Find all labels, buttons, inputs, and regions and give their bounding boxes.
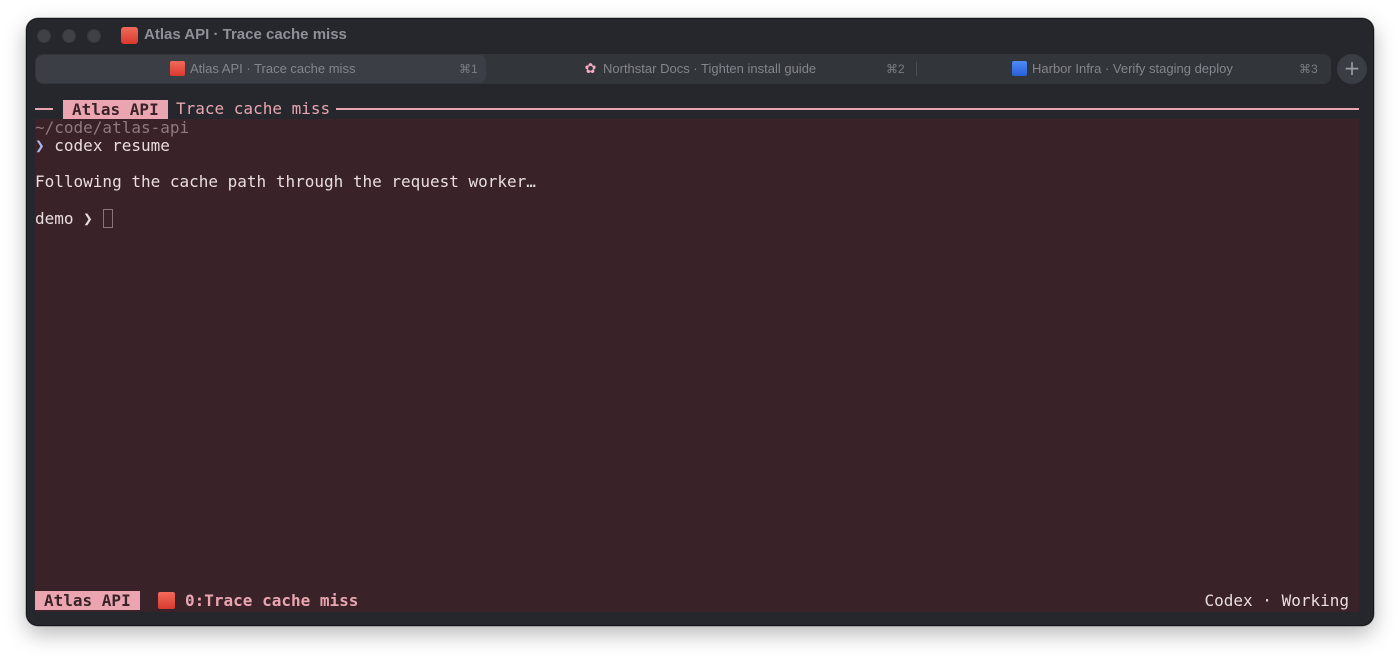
text-cursor [103, 209, 114, 228]
pane-title: Trace cache miss [176, 99, 331, 118]
tab-label: Harbor Infra · Verify staging deploy [1032, 61, 1233, 76]
title-bar: Atlas API · Trace cache miss [27, 19, 1373, 53]
prompt-chevron-icon: ❯ [35, 136, 45, 155]
new-tab-button[interactable]: + [1337, 54, 1367, 84]
window-title: Atlas API · Trace cache miss [144, 26, 347, 43]
status-agent-state: Codex · Working [1204, 591, 1350, 610]
status-session-label[interactable]: Atlas API [35, 591, 140, 610]
output-line: Following the cache path through the req… [35, 172, 536, 191]
blue-square-icon [1012, 61, 1027, 76]
red-square-icon [170, 61, 185, 76]
close-window-button[interactable] [37, 29, 51, 43]
pane-border-line [336, 108, 1359, 110]
input-prompt-line[interactable]: demo ❯ [35, 209, 114, 229]
pane-border-line [35, 108, 53, 110]
terminal-window: Atlas API · Trace cache miss Atlas API ·… [26, 18, 1374, 626]
prompt-name: demo [35, 209, 74, 228]
command-line: ❯ codex resume [35, 136, 170, 156]
tab-harbor-infra[interactable]: Harbor Infra · Verify staging deploy ⌘3 [917, 55, 1329, 83]
tab-bar: Atlas API · Trace cache miss ⌘1 ✿ Norths… [35, 54, 1331, 84]
tab-shortcut: ⌘1 [459, 62, 478, 76]
tab-label: Northstar Docs · Tighten install guide [603, 61, 817, 76]
red-square-icon [121, 27, 138, 44]
status-window-label[interactable]: 0:Trace cache miss [185, 591, 358, 611]
terminal-pane[interactable]: Atlas API Trace cache miss ~/code/atlas-… [35, 97, 1359, 612]
tab-atlas-api[interactable]: Atlas API · Trace cache miss ⌘1 [36, 55, 486, 83]
prompt-chevron-icon: ❯ [83, 209, 93, 228]
tab-shortcut: ⌘2 [886, 62, 905, 76]
tab-northstar-docs[interactable]: ✿ Northstar Docs · Tighten install guide… [486, 55, 916, 83]
tab-shortcut: ⌘3 [1299, 62, 1318, 76]
minimize-window-button[interactable] [62, 29, 76, 43]
red-square-icon [158, 592, 175, 609]
cherry-blossom-icon: ✿ [584, 60, 597, 76]
pane-session-label: Atlas API [63, 100, 168, 119]
status-bar: Atlas API 0:Trace cache miss Codex · Wor… [35, 590, 1359, 612]
command-text: codex resume [54, 136, 170, 155]
zoom-window-button[interactable] [87, 29, 101, 43]
cwd-line: ~/code/atlas-api [35, 118, 190, 137]
pane-header: Atlas API Trace cache miss [35, 97, 1359, 119]
tab-label: Atlas API · Trace cache miss [190, 61, 356, 76]
